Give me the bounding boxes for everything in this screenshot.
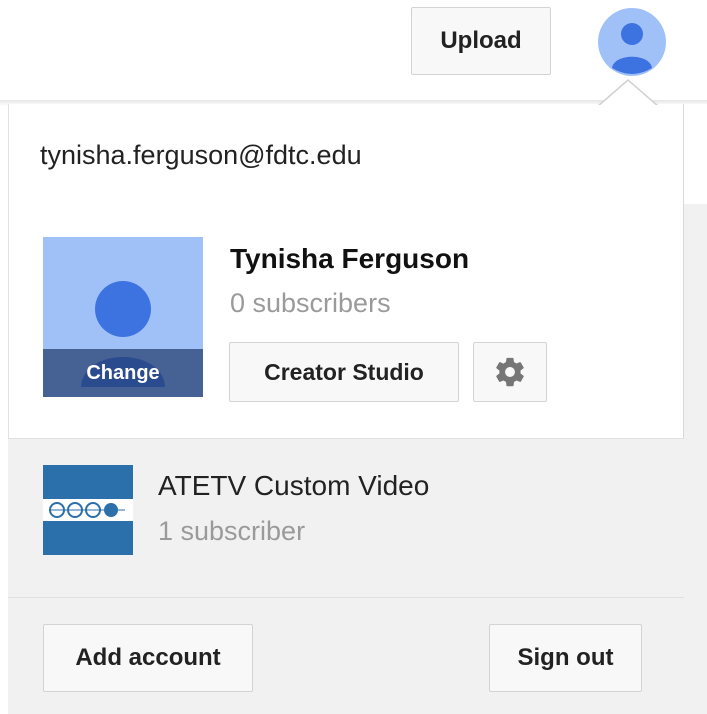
channel-avatar[interactable]: Change [43, 237, 203, 397]
other-account-subscribers: 1 subscriber [158, 516, 306, 546]
page-background-strip-light [684, 104, 707, 204]
creator-studio-button[interactable]: Creator Studio [229, 342, 459, 402]
settings-button[interactable] [473, 342, 547, 402]
sign-out-button[interactable]: Sign out [489, 624, 642, 692]
other-account-name[interactable]: ATETV Custom Video [158, 470, 429, 502]
gear-icon [496, 357, 524, 387]
subscriber-count: 0 subscribers [230, 288, 391, 318]
change-avatar-label[interactable]: Change [43, 349, 203, 397]
channel-name: Tynisha Ferguson [230, 243, 470, 274]
add-account-button[interactable]: Add account [43, 624, 253, 692]
atetv-logo-thumbnail[interactable] [43, 465, 133, 555]
menu-pointer-arrow [598, 79, 662, 108]
upload-button[interactable]: Upload [411, 7, 551, 75]
account-email: tynisha.ferguson@fdtc.edu [40, 140, 362, 170]
account-avatar-icon[interactable] [598, 8, 666, 76]
